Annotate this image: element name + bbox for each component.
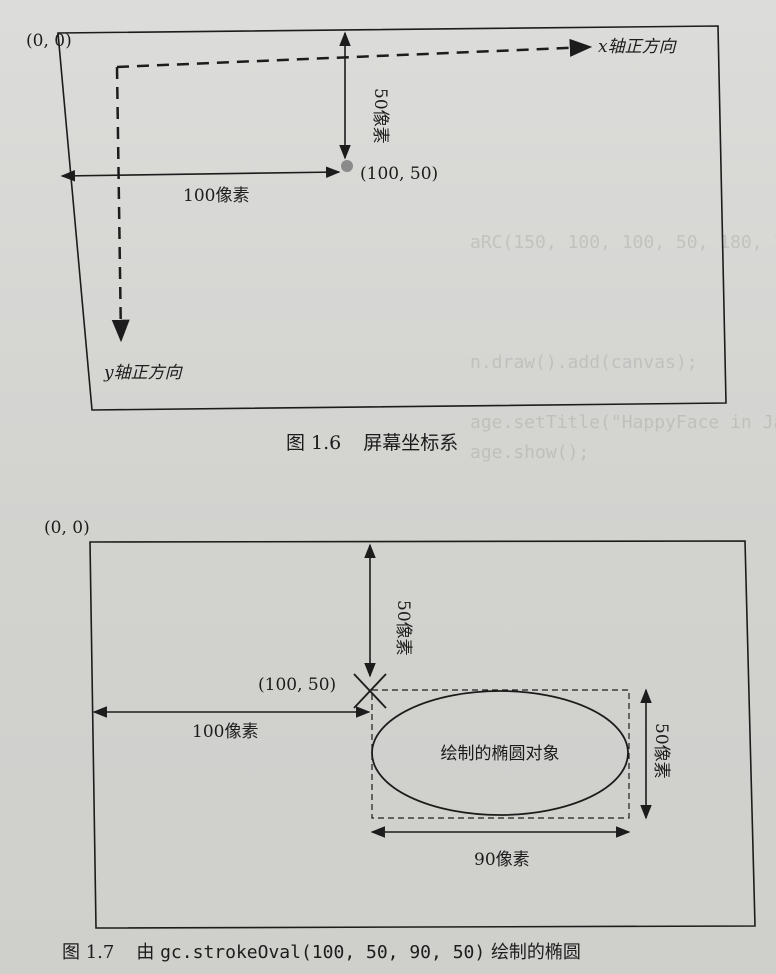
caption-text: 屏幕坐标系: [363, 432, 459, 454]
x-axis-label: x轴正方向: [598, 37, 678, 57]
x-axis-dashed-line: [116, 38, 593, 69]
horizontal-distance-arrow: [60, 166, 341, 182]
caption-code: gc.strokeOval(100, 50, 90, 50): [160, 942, 486, 963]
caption-prefix: 由: [136, 942, 155, 963]
origin-label: (0, 0): [44, 518, 90, 538]
y-axis-label: y轴正方向: [103, 363, 184, 383]
y-axis-dashed-line: [111, 66, 130, 343]
horizontal-distance-label: 100像素: [192, 722, 258, 742]
point-label: (100, 50): [360, 164, 438, 184]
figure-1-6-caption: 图 1.6 屏幕坐标系: [286, 428, 458, 455]
height-label: 50像素: [651, 723, 671, 779]
caption-suffix: 绘制的椭圆: [490, 942, 581, 963]
vertical-distance-label: 50像素: [393, 600, 413, 656]
corner-label: (100, 50): [258, 675, 336, 695]
ellipse-label: 绘制的椭圆对象: [441, 744, 560, 764]
figures-canvas: (0, 0) x轴正方向 y轴正方向 50像素 100像素 (100, 50) …: [26, 25, 756, 929]
horizontal-distance-label: 100像素: [183, 186, 249, 206]
figure-1-7-caption: 图 1.7 由 gc.strokeOval(100, 50, 90, 50) 绘制…: [62, 938, 581, 964]
origin-label: (0, 0): [26, 31, 72, 51]
width-label: 90像素: [474, 850, 530, 870]
point-marker: [341, 160, 353, 172]
figure-1-7: (0, 0) 50像素 (100, 50) 100像素 绘制的椭圆对象 50像素…: [44, 518, 756, 929]
vertical-distance-label: 50像素: [370, 88, 390, 144]
figure-1-6: (0, 0) x轴正方向 y轴正方向 50像素 100像素 (100, 50): [26, 25, 727, 411]
screen-frame: [57, 25, 727, 411]
caption-number: 图 1.7: [62, 942, 115, 963]
caption-number: 图 1.6: [286, 432, 342, 454]
